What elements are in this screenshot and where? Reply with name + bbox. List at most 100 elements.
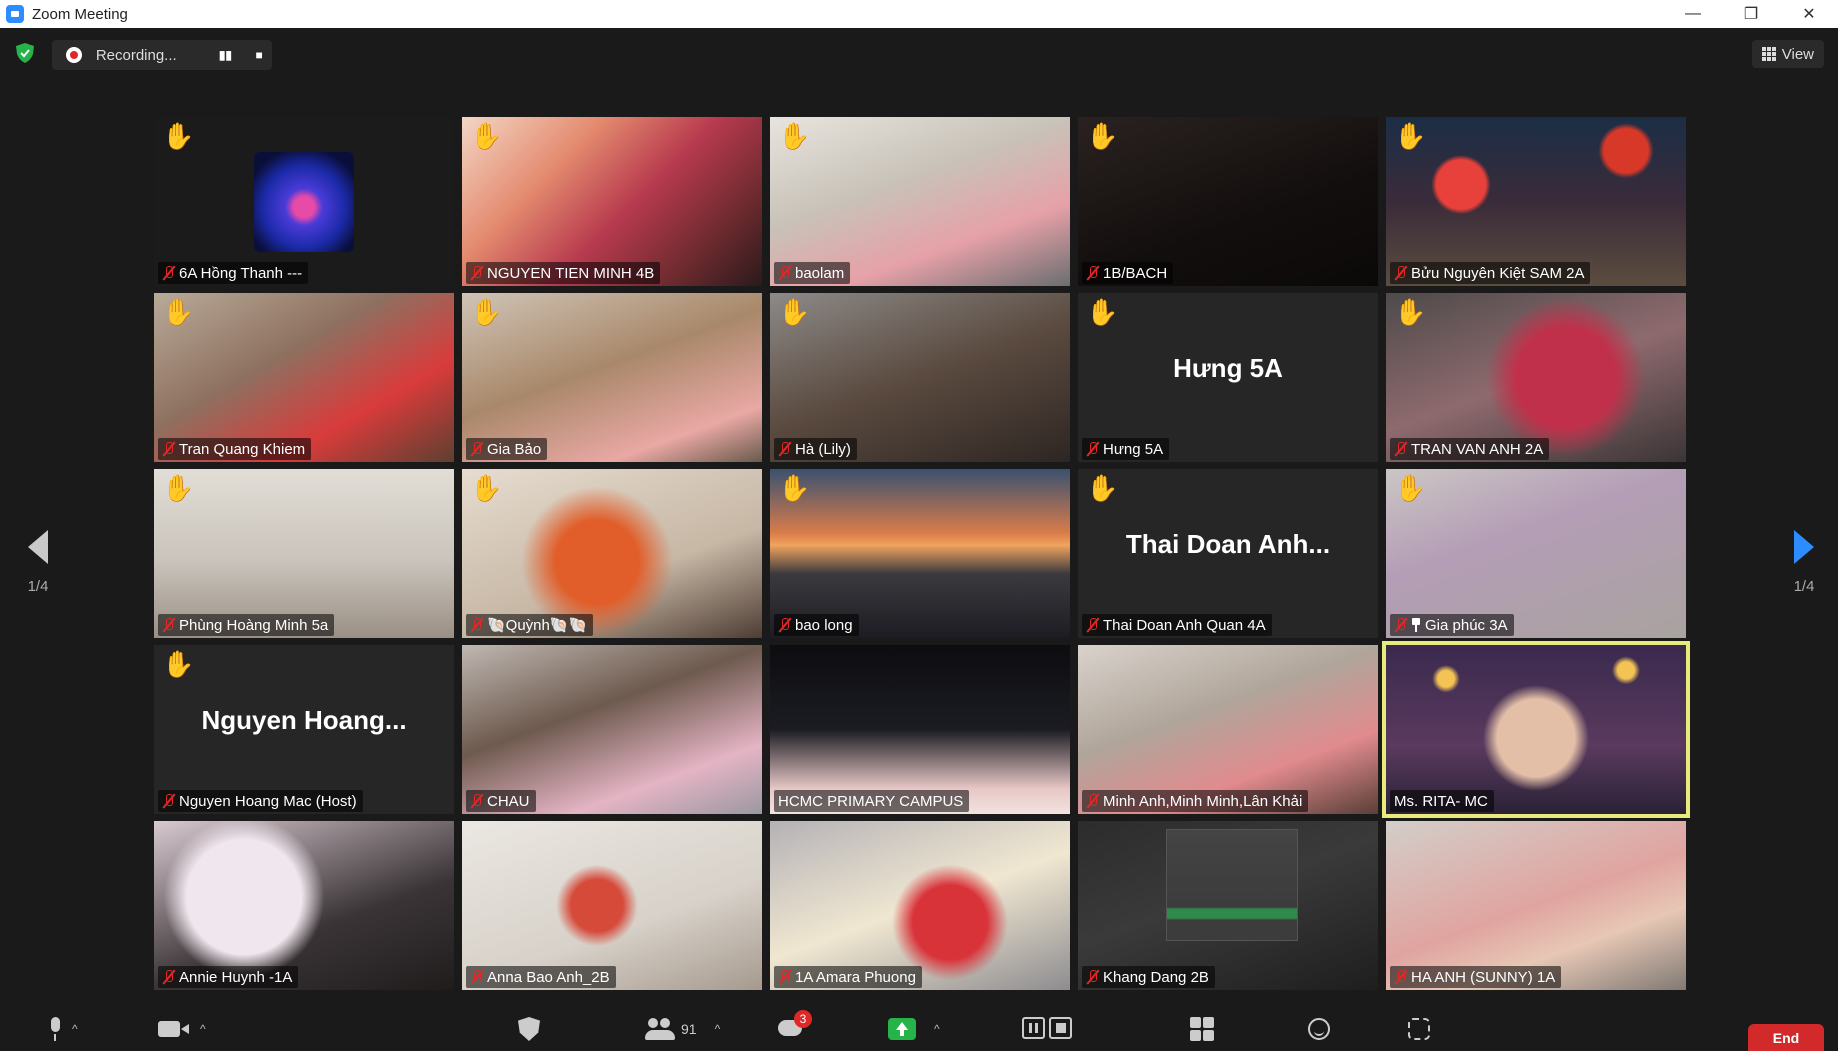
chat-unread-badge: 3 bbox=[794, 1010, 812, 1028]
close-button[interactable]: ✕ bbox=[1780, 0, 1838, 28]
page-indicator-left: 1/4 bbox=[27, 578, 49, 595]
participant-tile[interactable]: Hưng 5A ✋ Hưng 5A bbox=[1078, 293, 1378, 462]
muted-microphone-icon bbox=[778, 617, 791, 633]
participant-tile[interactable]: Anna Bao Anh_2B bbox=[462, 821, 762, 990]
participant-name-label: 1B/BACH bbox=[1082, 262, 1174, 284]
pause-recording-button[interactable]: ▮▮ bbox=[213, 42, 239, 68]
raised-hand-icon: ✋ bbox=[470, 121, 503, 151]
participant-video bbox=[462, 469, 762, 638]
participant-tile[interactable]: ✋ Phùng Hoàng Minh 5a bbox=[154, 469, 454, 638]
participant-tile[interactable]: ✋ TRAN VAN ANH 2A bbox=[1386, 293, 1686, 462]
muted-microphone-icon bbox=[162, 617, 175, 633]
participants-options-chevron-icon[interactable]: ^ bbox=[715, 1022, 721, 1036]
participant-tile[interactable]: ✋ bao long bbox=[770, 469, 1070, 638]
participant-tile[interactable]: Khang Dang 2B bbox=[1078, 821, 1378, 990]
pause-stop-recording-icon bbox=[1022, 1017, 1072, 1041]
participant-tile[interactable]: Annie Huynh -1A bbox=[154, 821, 454, 990]
participant-video bbox=[1078, 821, 1378, 990]
participant-name-label: baolam bbox=[774, 262, 851, 284]
participant-tile[interactable]: Nguyen Hoang... ✋ Nguyen Hoang Mac (Host) bbox=[154, 645, 454, 814]
participant-tile[interactable]: ✋ Bửu Nguyên Kiệt SAM 2A bbox=[1386, 117, 1686, 286]
participant-name: Bửu Nguyên Kiệt SAM 2A bbox=[1411, 264, 1585, 282]
share-screen-button[interactable]: ^ bbox=[888, 1014, 940, 1044]
encryption-shield-icon[interactable] bbox=[14, 42, 36, 64]
gallery-view-button[interactable] bbox=[1190, 1014, 1214, 1044]
recording-controls[interactable] bbox=[1022, 1014, 1072, 1044]
muted-microphone-icon bbox=[1394, 969, 1407, 985]
zoom-logo-icon bbox=[6, 5, 24, 23]
participant-video bbox=[1078, 117, 1378, 286]
participant-tile[interactable]: ✋ Tran Quang Khiem bbox=[154, 293, 454, 462]
participant-video bbox=[770, 117, 1070, 286]
participant-name: Phùng Hoàng Minh 5a bbox=[179, 616, 329, 634]
participant-name: Anna Bao Anh_2B bbox=[487, 968, 610, 986]
apps-button[interactable] bbox=[1408, 1014, 1430, 1044]
participant-tile[interactable]: ✋ 1B/BACH bbox=[1078, 117, 1378, 286]
security-shield-icon bbox=[518, 1017, 540, 1041]
security-button[interactable] bbox=[518, 1014, 540, 1044]
raised-hand-icon: ✋ bbox=[162, 649, 195, 679]
video-options-chevron-icon[interactable]: ^ bbox=[200, 1022, 206, 1036]
muted-microphone-icon bbox=[470, 441, 483, 457]
participant-name-label: Minh Anh,Minh Minh,Lân Khải bbox=[1082, 790, 1309, 812]
participant-tile[interactable]: HA ANH (SUNNY) 1A bbox=[1386, 821, 1686, 990]
chat-button[interactable]: 3 bbox=[778, 1010, 812, 1044]
participants-icon bbox=[645, 1018, 675, 1040]
meeting-top-bar: Recording... ▮▮ ■ View bbox=[0, 28, 1838, 80]
view-button[interactable]: View bbox=[1751, 40, 1824, 68]
participant-name: TRAN VAN ANH 2A bbox=[1411, 440, 1544, 458]
participant-video bbox=[154, 469, 454, 638]
participant-tile[interactable]: CHAU bbox=[462, 645, 762, 814]
gallery-grid: ✋ 6A Hồng Thanh --- ✋ NGUYEN TIEN MINH 4B ✋ b… bbox=[154, 117, 1690, 993]
recording-dot-icon bbox=[66, 47, 82, 63]
muted-microphone-icon bbox=[162, 265, 175, 281]
participant-name: 6A Hồng Thanh --- bbox=[179, 264, 303, 282]
participant-tile[interactable]: ✋ 🐚Quỳnh🐚🐚 bbox=[462, 469, 762, 638]
restore-button[interactable]: ❐ bbox=[1722, 0, 1780, 28]
participant-tile[interactable]: Minh Anh,Minh Minh,Lân Khải bbox=[1078, 645, 1378, 814]
raised-hand-icon: ✋ bbox=[1394, 473, 1427, 503]
reactions-button[interactable] bbox=[1308, 1014, 1330, 1044]
participant-tile[interactable]: Thai Doan Anh... ✋ Thai Doan Anh Quan 4A bbox=[1078, 469, 1378, 638]
reaction-emoji-icon bbox=[1308, 1018, 1330, 1040]
participant-tile[interactable]: ✋ Gia Bảo bbox=[462, 293, 762, 462]
participant-name: Khang Dang 2B bbox=[1103, 968, 1209, 986]
chat-icon: 3 bbox=[778, 1010, 812, 1040]
end-meeting-button[interactable]: End bbox=[1748, 1024, 1824, 1051]
raised-hand-icon: ✋ bbox=[470, 473, 503, 503]
minimize-button[interactable]: — bbox=[1664, 0, 1722, 28]
audio-options-chevron-icon[interactable]: ^ bbox=[72, 1022, 78, 1036]
participant-tile[interactable]: ✋ baolam bbox=[770, 117, 1070, 286]
video-control[interactable]: ^ bbox=[158, 1014, 206, 1044]
participant-video bbox=[770, 821, 1070, 990]
muted-microphone-icon bbox=[1086, 617, 1099, 633]
participants-button[interactable]: 91 ^ bbox=[645, 1014, 720, 1044]
participant-name-label: Khang Dang 2B bbox=[1082, 966, 1215, 988]
view-button-label: View bbox=[1781, 45, 1814, 63]
participant-tile[interactable]: ✋ Hà (Lily) bbox=[770, 293, 1070, 462]
participant-tile[interactable]: ✋ Gia phúc 3A bbox=[1386, 469, 1686, 638]
participant-video bbox=[1386, 821, 1686, 990]
participants-count: 91 bbox=[681, 1021, 697, 1037]
meeting-toolbar: ^ ^ 91 ^ 3 ^ bbox=[0, 1006, 1838, 1051]
participant-tile[interactable]: 1A Amara Phuong bbox=[770, 821, 1070, 990]
muted-microphone-icon bbox=[162, 793, 175, 809]
title-bar: Zoom Meeting — ❐ ✕ bbox=[0, 0, 1838, 28]
participant-video bbox=[154, 821, 454, 990]
previous-page-button[interactable]: 1/4 bbox=[18, 530, 58, 595]
window-title: Zoom Meeting bbox=[32, 5, 128, 23]
muted-microphone-icon bbox=[778, 265, 791, 281]
participant-tile[interactable]: Ms. RITA- MC bbox=[1382, 641, 1690, 818]
participant-video bbox=[770, 645, 1070, 814]
participant-name-label: CHAU bbox=[466, 790, 536, 812]
share-options-chevron-icon[interactable]: ^ bbox=[934, 1022, 940, 1036]
muted-microphone-icon bbox=[162, 969, 175, 985]
participant-tile[interactable]: ✋ NGUYEN TIEN MINH 4B bbox=[462, 117, 762, 286]
participant-tile[interactable]: ✋ 6A Hồng Thanh --- bbox=[154, 117, 454, 286]
audio-control[interactable]: ^ bbox=[48, 1014, 78, 1044]
participant-video bbox=[154, 293, 454, 462]
participant-tile[interactable]: HCMC PRIMARY CAMPUS bbox=[770, 645, 1070, 814]
next-page-button[interactable]: 1/4 bbox=[1784, 530, 1824, 595]
recording-indicator: Recording... ▮▮ ■ bbox=[52, 40, 272, 70]
stop-recording-button[interactable]: ■ bbox=[246, 42, 272, 68]
